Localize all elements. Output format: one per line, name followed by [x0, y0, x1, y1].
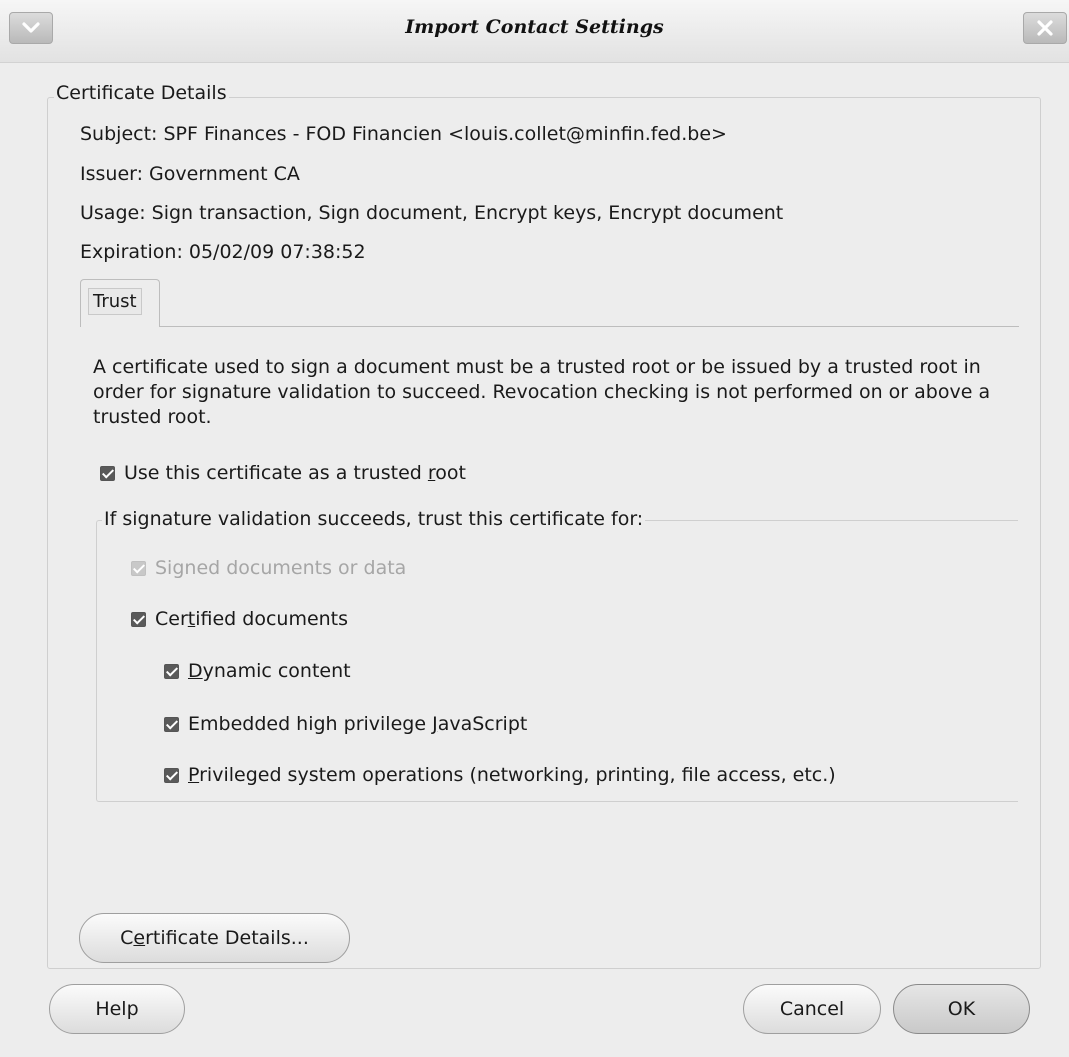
checkbox-checked-icon	[100, 465, 115, 481]
privileged-operations-checkbox[interactable]: Privileged system operations (networking…	[164, 764, 836, 786]
help-button[interactable]: Help	[49, 984, 185, 1034]
checkbox-checked-icon	[164, 767, 179, 783]
signature-validation-group-title: If signature validation succeeds, trust …	[102, 508, 646, 530]
certificate-expiration: Expiration: 05/02/09 07:38:52	[80, 241, 366, 263]
dynamic-content-checkbox[interactable]: Dynamic content	[164, 660, 351, 682]
import-contact-settings-dialog: Import Contact Settings Certificate Deta…	[0, 0, 1069, 1057]
trusted-root-checkbox[interactable]: Use this certificate as a trusted root	[100, 462, 466, 484]
certificate-subject: Subject: SPF Finances - FOD Financien <l…	[80, 123, 727, 145]
certificate-details-group-title: Certificate Details	[54, 82, 229, 104]
close-icon	[1037, 20, 1053, 36]
ok-button[interactable]: OK	[893, 984, 1030, 1034]
cancel-button[interactable]: Cancel	[743, 984, 881, 1034]
javascript-checkbox[interactable]: Embedded high privilege JavaScript	[164, 713, 527, 735]
tab-divider	[80, 326, 1019, 327]
checkbox-checked-icon	[164, 716, 179, 732]
checkbox-checked-icon	[131, 560, 146, 576]
signed-documents-label: Signed documents or data	[155, 557, 407, 579]
certificate-issuer: Issuer: Government CA	[80, 163, 300, 185]
window-close-button[interactable]	[1023, 12, 1067, 44]
tab-trust-label: Trust	[88, 288, 142, 315]
certified-documents-label: Certified documents	[155, 608, 349, 630]
javascript-label: Embedded high privilege JavaScript	[188, 713, 528, 735]
privileged-operations-label: Privileged system operations (networking…	[188, 764, 836, 786]
window-title: Import Contact Settings	[405, 16, 664, 38]
certificate-usage: Usage: Sign transaction, Sign document, …	[80, 202, 784, 224]
signed-documents-checkbox: Signed documents or data	[131, 557, 406, 579]
dynamic-content-label: Dynamic content	[188, 660, 351, 682]
trust-description: A certificate used to sign a document mu…	[93, 356, 991, 428]
certificate-details-button-label: Certificate Details...	[120, 927, 309, 949]
checkbox-checked-icon	[164, 663, 179, 679]
certified-documents-checkbox[interactable]: Certified documents	[131, 608, 348, 630]
title-bar: Import Contact Settings	[0, 0, 1069, 63]
tab-trust[interactable]: Trust	[80, 279, 160, 327]
trusted-root-label: Use this certificate as a trusted root	[124, 462, 466, 484]
checkbox-checked-icon	[131, 611, 146, 627]
certificate-details-button[interactable]: Certificate Details...	[79, 913, 350, 963]
